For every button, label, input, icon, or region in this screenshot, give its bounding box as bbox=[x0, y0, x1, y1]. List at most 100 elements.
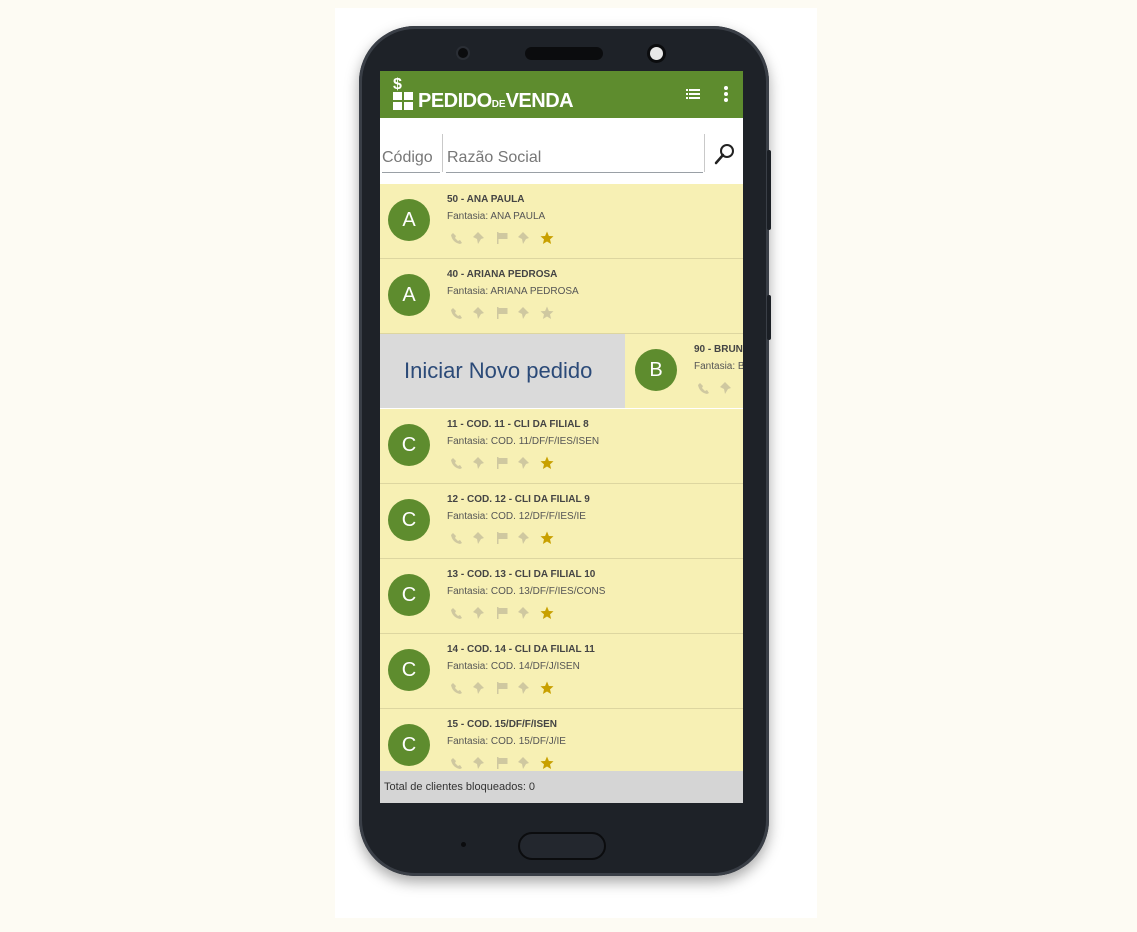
status-icons bbox=[450, 679, 558, 694]
client-avatar: C bbox=[388, 499, 430, 541]
status-icons bbox=[450, 304, 558, 319]
pin-status-icon bbox=[473, 606, 485, 619]
client-fantasia: Fantasia: B bbox=[694, 361, 743, 372]
app-title-small: DE bbox=[491, 99, 506, 110]
star-active-icon bbox=[540, 456, 554, 469]
pin-status-icon bbox=[473, 456, 485, 469]
svg-text:$: $ bbox=[393, 76, 402, 93]
phone-status-icon bbox=[451, 232, 462, 244]
blocked-clients-footer: Total de clientes bloqueados: 0 bbox=[380, 771, 743, 803]
client-fantasia: Fantasia: COD. 11/DF/F/IES/ISEN bbox=[447, 436, 600, 447]
phone-status-icon bbox=[451, 607, 462, 619]
status-icons bbox=[450, 754, 558, 769]
client-row[interactable]: C 11 - COD. 11 - CLI DA FILIAL 8 Fantasi… bbox=[380, 409, 743, 484]
pin-status-icon bbox=[473, 681, 485, 694]
app-bar: $ PEDIDODEVENDA bbox=[380, 71, 743, 118]
home-button[interactable] bbox=[518, 832, 606, 860]
pin-status-icon bbox=[720, 381, 732, 394]
flag-status-icon bbox=[496, 231, 508, 244]
client-row[interactable]: C 14 - COD. 14 - CLI DA FILIAL 11 Fantas… bbox=[380, 634, 743, 709]
client-title: 15 - COD. 15/DF/F/ISEN bbox=[447, 719, 558, 730]
more-vert-icon[interactable] bbox=[724, 85, 728, 103]
star-active-icon bbox=[540, 681, 554, 694]
dollar-bag-logo-icon: $ bbox=[393, 76, 413, 110]
star-active-icon bbox=[540, 606, 554, 619]
client-avatar: C bbox=[388, 724, 430, 766]
app-title: PEDIDODEVENDA bbox=[418, 90, 574, 113]
client-title: 13 - COD. 13 - CLI DA FILIAL 10 bbox=[447, 569, 596, 580]
flag-status-icon bbox=[496, 756, 508, 769]
client-fantasia: Fantasia: COD. 13/DF/F/IES/CONS bbox=[447, 586, 606, 597]
client-avatar: C bbox=[388, 574, 430, 616]
star-active-icon bbox=[540, 531, 554, 544]
client-avatar: B bbox=[635, 349, 677, 391]
phone-status-icon bbox=[451, 682, 462, 694]
star-active-icon bbox=[540, 231, 554, 244]
client-row[interactable]: C 13 - COD. 13 - CLI DA FILIAL 10 Fantas… bbox=[380, 559, 743, 634]
phone-status-icon bbox=[698, 382, 709, 394]
phone-speaker bbox=[525, 47, 603, 60]
client-title: 90 - BRUN bbox=[694, 344, 743, 355]
pin-alt-status-icon bbox=[518, 756, 530, 769]
status-icons bbox=[450, 454, 558, 469]
client-fantasia: Fantasia: COD. 12/DF/F/IES/IE bbox=[447, 511, 586, 522]
pin-status-icon bbox=[473, 306, 485, 319]
client-title: 12 - COD. 12 - CLI DA FILIAL 9 bbox=[447, 494, 590, 505]
client-title: 50 - ANA PAULA bbox=[447, 194, 525, 205]
client-fantasia: Fantasia: ANA PAULA bbox=[447, 211, 546, 222]
status-icons bbox=[450, 604, 558, 619]
power-button bbox=[767, 295, 771, 340]
client-title: 14 - COD. 14 - CLI DA FILIAL 11 bbox=[447, 644, 595, 655]
client-fantasia: Fantasia: ARIANA PEDROSA bbox=[447, 286, 579, 297]
flag-status-icon bbox=[496, 456, 508, 469]
company-name-search-input[interactable]: Razão Social bbox=[446, 144, 703, 173]
star-inactive-icon bbox=[540, 306, 554, 319]
star-active-icon bbox=[540, 756, 554, 769]
pin-alt-status-icon bbox=[518, 456, 530, 469]
flag-status-icon bbox=[496, 606, 508, 619]
phone-status-icon bbox=[451, 457, 462, 469]
pin-status-icon bbox=[473, 231, 485, 244]
phone-status-icon bbox=[451, 532, 462, 544]
search-icon[interactable] bbox=[713, 142, 737, 166]
field-divider bbox=[442, 134, 443, 172]
pin-alt-status-icon bbox=[518, 606, 530, 619]
flag-status-icon bbox=[496, 531, 508, 544]
phone-status-icon bbox=[451, 757, 462, 769]
start-new-order-action[interactable]: Iniciar Novo pedido bbox=[380, 334, 625, 408]
client-avatar: A bbox=[388, 199, 430, 241]
pin-status-icon bbox=[473, 531, 485, 544]
app-title-main: PEDIDO bbox=[418, 90, 492, 112]
client-row[interactable]: A 40 - ARIANA PEDROSA Fantasia: ARIANA P… bbox=[380, 259, 743, 334]
pin-alt-status-icon bbox=[518, 531, 530, 544]
code-search-input[interactable]: Código bbox=[382, 144, 440, 173]
client-avatar: C bbox=[388, 649, 430, 691]
status-icons bbox=[450, 529, 558, 544]
client-title: 40 - ARIANA PEDROSA bbox=[447, 269, 558, 280]
phone-mic bbox=[461, 842, 466, 847]
client-row[interactable]: C 15 - COD. 15/DF/F/ISEN Fantasia: COD. … bbox=[380, 709, 743, 771]
pin-alt-status-icon bbox=[518, 681, 530, 694]
status-icons bbox=[450, 229, 558, 244]
client-title: 11 - COD. 11 - CLI DA FILIAL 8 bbox=[447, 419, 589, 430]
pin-alt-status-icon bbox=[518, 231, 530, 244]
client-fantasia: Fantasia: COD. 15/DF/J/IE bbox=[447, 736, 566, 747]
flag-status-icon bbox=[496, 306, 508, 319]
client-avatar: C bbox=[388, 424, 430, 466]
app-screen: $ PEDIDODEVENDA Código Razão Social A 50… bbox=[380, 71, 743, 803]
client-row[interactable]: A 50 - ANA PAULA Fantasia: ANA PAULA bbox=[380, 184, 743, 259]
pin-status-icon bbox=[473, 756, 485, 769]
phone-sensor bbox=[458, 48, 468, 58]
list-icon[interactable] bbox=[686, 87, 700, 101]
client-list: A 50 - ANA PAULA Fantasia: ANA PAULA A 4… bbox=[380, 184, 743, 771]
pin-alt-status-icon bbox=[518, 306, 530, 319]
client-row[interactable]: C 12 - COD. 12 - CLI DA FILIAL 9 Fantasi… bbox=[380, 484, 743, 559]
client-row-swiped[interactable]: B 90 - BRUN Fantasia: B bbox=[625, 334, 743, 408]
flag-status-icon bbox=[496, 681, 508, 694]
status-icons bbox=[697, 379, 737, 394]
app-title-end: VENDA bbox=[505, 90, 574, 112]
search-bar: Código Razão Social bbox=[380, 118, 743, 184]
client-avatar: A bbox=[388, 274, 430, 316]
volume-button bbox=[767, 150, 771, 230]
client-fantasia: Fantasia: COD. 14/DF/J/ISEN bbox=[447, 661, 580, 672]
